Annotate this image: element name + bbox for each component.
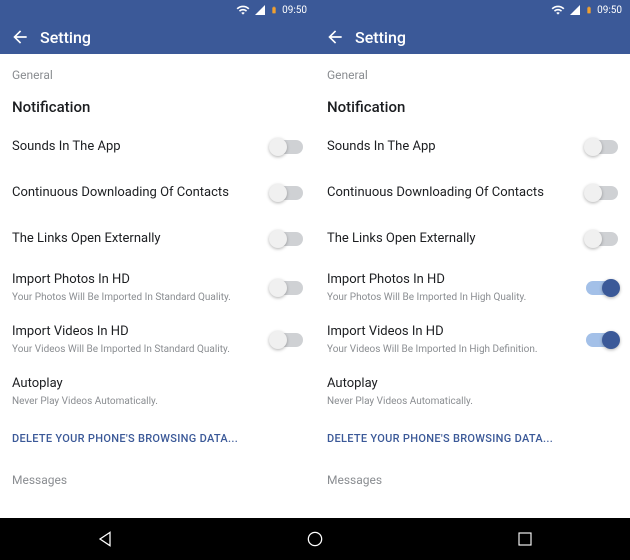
row-import-photos-title: Import Photos In HD xyxy=(12,272,261,289)
row-import-photos[interactable]: Import Photos In HD Your Photos Will Be … xyxy=(0,262,315,314)
row-contacts[interactable]: Continuous Downloading Of Contacts xyxy=(315,170,630,216)
android-nav-bar xyxy=(0,518,630,560)
section-notification: Notification xyxy=(315,86,630,124)
nav-back-button[interactable] xyxy=(85,519,125,559)
nav-home-button[interactable] xyxy=(295,519,335,559)
back-icon[interactable] xyxy=(325,27,345,47)
row-links-title: The Links Open Externally xyxy=(327,231,576,248)
app-bar: Setting xyxy=(315,20,630,54)
row-autoplay-title: Autoplay xyxy=(12,376,293,393)
signal-icon xyxy=(254,4,266,16)
app-bar-title: Setting xyxy=(40,28,91,47)
row-links[interactable]: The Links Open Externally xyxy=(0,216,315,262)
section-general: General xyxy=(0,54,315,86)
row-import-videos[interactable]: Import Videos In HD Your Videos Will Be … xyxy=(315,314,630,366)
back-icon[interactable] xyxy=(10,27,30,47)
row-links[interactable]: The Links Open Externally xyxy=(315,216,630,262)
screen-right: 09:50 Setting General Notification Sound… xyxy=(315,0,630,518)
row-import-photos-sub: Your Photos Will Be Imported In Standard… xyxy=(12,291,261,304)
switch-contacts[interactable] xyxy=(586,186,618,200)
app-bar-title: Setting xyxy=(355,28,406,47)
section-general: General xyxy=(315,54,630,86)
switch-import-photos[interactable] xyxy=(271,281,303,295)
row-import-videos-title: Import Videos In HD xyxy=(12,324,261,341)
switch-sounds[interactable] xyxy=(586,140,618,154)
nav-recent-button[interactable] xyxy=(505,519,545,559)
switch-sounds[interactable] xyxy=(271,140,303,154)
row-autoplay-sub: Never Play Videos Automatically. xyxy=(327,395,608,408)
switch-contacts[interactable] xyxy=(271,186,303,200)
row-sounds-title: Sounds In The App xyxy=(12,139,261,156)
row-import-videos-sub: Your Videos Will Be Imported In Standard… xyxy=(12,343,261,356)
settings-content: General Notification Sounds In The App C… xyxy=(0,54,315,518)
row-autoplay-sub: Never Play Videos Automatically. xyxy=(12,395,293,408)
status-bar: 09:50 xyxy=(0,0,315,20)
settings-content: General Notification Sounds In The App C… xyxy=(315,54,630,518)
row-links-title: The Links Open Externally xyxy=(12,231,261,248)
battery-icon xyxy=(585,3,593,17)
switch-links[interactable] xyxy=(586,232,618,246)
switch-import-photos[interactable] xyxy=(586,281,618,295)
signal-icon xyxy=(569,4,581,16)
switch-import-videos[interactable] xyxy=(586,333,618,347)
status-time: 09:50 xyxy=(282,5,307,16)
row-autoplay-title: Autoplay xyxy=(327,376,608,393)
row-contacts-title: Continuous Downloading Of Contacts xyxy=(12,185,261,202)
section-notification: Notification xyxy=(0,86,315,124)
row-import-videos-title: Import Videos In HD xyxy=(327,324,576,341)
row-sounds-title: Sounds In The App xyxy=(327,139,576,156)
row-import-videos[interactable]: Import Videos In HD Your Videos Will Be … xyxy=(0,314,315,366)
screen-left: 09:50 Setting General Notification Sound… xyxy=(0,0,315,518)
status-time: 09:50 xyxy=(597,5,622,16)
app-bar: Setting xyxy=(0,20,315,54)
section-messages: Messages xyxy=(315,459,630,491)
delete-browsing-data-link[interactable]: DELETE YOUR PHONE'S BROWSING DATA... xyxy=(315,418,630,459)
row-autoplay[interactable]: Autoplay Never Play Videos Automatically… xyxy=(0,366,315,418)
switch-import-videos[interactable] xyxy=(271,333,303,347)
row-import-videos-sub: Your Videos Will Be Imported In High Def… xyxy=(327,343,576,356)
switch-links[interactable] xyxy=(271,232,303,246)
wifi-icon xyxy=(551,3,565,17)
wifi-icon xyxy=(236,3,250,17)
row-import-photos[interactable]: Import Photos In HD Your Photos Will Be … xyxy=(315,262,630,314)
status-bar: 09:50 xyxy=(315,0,630,20)
row-contacts-title: Continuous Downloading Of Contacts xyxy=(327,185,576,202)
row-contacts[interactable]: Continuous Downloading Of Contacts xyxy=(0,170,315,216)
battery-icon xyxy=(270,3,278,17)
row-autoplay[interactable]: Autoplay Never Play Videos Automatically… xyxy=(315,366,630,418)
row-import-photos-title: Import Photos In HD xyxy=(327,272,576,289)
row-sounds[interactable]: Sounds In The App xyxy=(0,124,315,170)
delete-browsing-data-link[interactable]: DELETE YOUR PHONE'S BROWSING DATA... xyxy=(0,418,315,459)
row-sounds[interactable]: Sounds In The App xyxy=(315,124,630,170)
row-import-photos-sub: Your Photos Will Be Imported In High Qua… xyxy=(327,291,576,304)
section-messages: Messages xyxy=(0,459,315,491)
